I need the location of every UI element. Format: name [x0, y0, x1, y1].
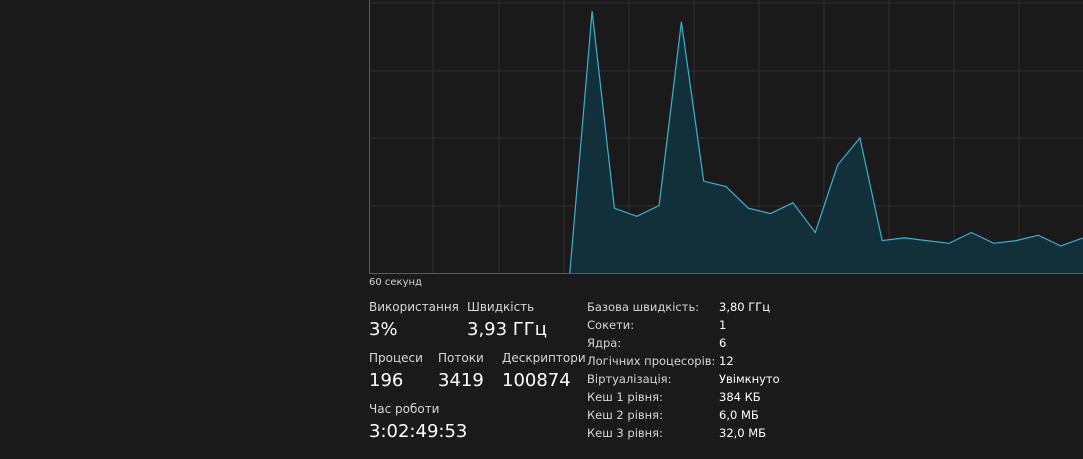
spec-key: Логічних процесорів: — [587, 354, 716, 368]
spec-value: 6 — [719, 336, 727, 350]
spec-row-l2-cache: Кеш 2 рівня: 6,0 МБ — [587, 406, 780, 424]
spec-value: 1 — [719, 318, 727, 332]
spec-row-l3-cache: Кеш 3 рівня: 32,0 МБ — [587, 424, 780, 442]
spec-row-sockets: Сокети: 1 — [587, 316, 780, 334]
uptime-label: Час роботи — [369, 402, 440, 416]
usage-value: 3% — [369, 319, 398, 340]
spec-value: 32,0 МБ — [719, 426, 767, 440]
cpu-usage-graph — [369, 0, 1083, 274]
uptime-stat: Час роботи 3:02:49:53 — [369, 402, 467, 442]
spec-value: 12 — [719, 354, 734, 368]
spec-row-l1-cache: Кеш 1 рівня: 384 КБ — [587, 388, 780, 406]
usage-stat: Використання 3% — [369, 300, 459, 340]
threads-value: 3419 — [438, 370, 484, 391]
speed-label: Швидкість — [467, 300, 535, 314]
cpu-usage-area — [569, 11, 1083, 273]
spec-key: Ядра: — [587, 336, 622, 350]
cpu-specs-table: Базова швидкість: 3,80 ГГц Сокети: 1 Ядр… — [587, 298, 780, 442]
spec-value: 6,0 МБ — [719, 408, 759, 422]
spec-value: 3,80 ГГц — [719, 300, 771, 314]
spec-value: Увімкнуто — [719, 372, 780, 386]
processes-label: Процеси — [369, 351, 423, 365]
handles-stat: Дескриптори 100874 — [502, 351, 586, 391]
cpu-performance-panel: 60 секунд Використання 3% Швидкість 3,93… — [0, 0, 1083, 459]
spec-key: Кеш 3 рівня: — [587, 426, 663, 440]
spec-key: Сокети: — [587, 318, 635, 332]
spec-key: Кеш 1 рівня: — [587, 390, 663, 404]
spec-key: Кеш 2 рівня: — [587, 408, 663, 422]
spec-row-logical-processors: Логічних процесорів: 12 — [587, 352, 780, 370]
uptime-value: 3:02:49:53 — [369, 421, 468, 442]
processes-stat: Процеси 196 — [369, 351, 423, 391]
spec-row-virtualization: Віртуалізація: Увімкнуто — [587, 370, 780, 388]
threads-label: Потоки — [438, 351, 484, 365]
spec-key: Віртуалізація: — [587, 372, 672, 386]
handles-label: Дескриптори — [502, 351, 586, 365]
cpu-usage-svg — [369, 0, 1083, 274]
speed-value: 3,93 ГГц — [467, 319, 548, 340]
spec-row-base-speed: Базова швидкість: 3,80 ГГц — [587, 298, 780, 316]
spec-key: Базова швидкість: — [587, 300, 700, 314]
threads-stat: Потоки 3419 — [438, 351, 484, 391]
usage-label: Використання — [369, 300, 459, 314]
speed-stat: Швидкість 3,93 ГГц — [467, 300, 547, 340]
spec-value: 384 КБ — [719, 390, 761, 404]
processes-value: 196 — [369, 370, 404, 391]
handles-value: 100874 — [502, 370, 571, 391]
graph-time-window-label: 60 секунд — [369, 277, 422, 288]
spec-row-cores: Ядра: 6 — [587, 334, 780, 352]
